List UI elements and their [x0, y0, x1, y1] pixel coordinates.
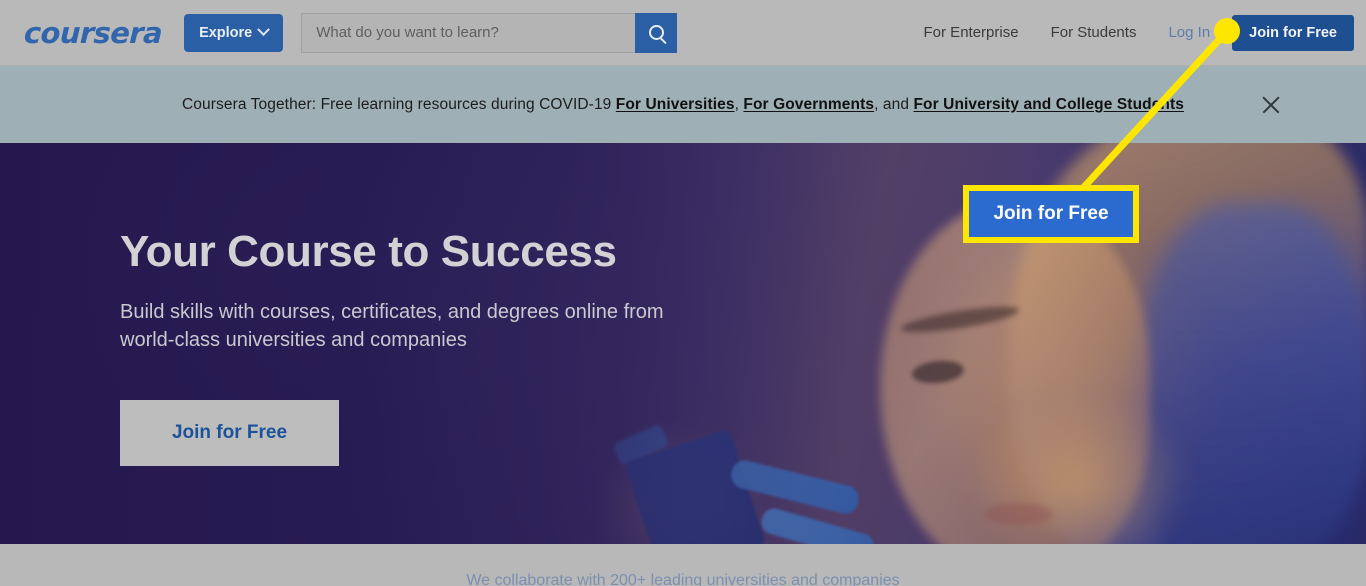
- banner-link-for-universities[interactable]: For Universities: [616, 96, 735, 113]
- coursera-logo[interactable]: coursera: [23, 16, 162, 50]
- nav-link-for-enterprise[interactable]: For Enterprise: [908, 24, 1035, 41]
- search-bar: [301, 12, 678, 53]
- close-icon[interactable]: [1258, 92, 1284, 118]
- header-join-for-free-button[interactable]: Join for Free: [1232, 14, 1354, 51]
- annotation-callout-box: Join for Free: [963, 185, 1139, 243]
- site-header: coursera Explore For Enterprise For Stud…: [0, 0, 1366, 66]
- explore-button-label: Explore: [199, 24, 253, 41]
- banner-lead-text: Coursera Together: Free learning resourc…: [182, 95, 616, 113]
- page-root: coursera Explore For Enterprise For Stud…: [0, 0, 1366, 586]
- banner-link-for-governments[interactable]: For Governments: [743, 96, 874, 113]
- covid-banner: Coursera Together: Free learning resourc…: [0, 66, 1366, 143]
- explore-button[interactable]: Explore: [184, 13, 284, 52]
- nav-link-log-in[interactable]: Log In: [1152, 24, 1232, 41]
- annotation-callout-label: Join for Free: [969, 191, 1133, 237]
- covid-banner-text: Coursera Together: Free learning resourc…: [182, 96, 1184, 114]
- hero-section: Your Course to Success Build skills with…: [0, 143, 1366, 544]
- search-submit-button[interactable]: [635, 12, 678, 53]
- banner-separator-2: , and: [874, 95, 914, 113]
- search-input[interactable]: [301, 12, 636, 53]
- chevron-down-icon: [257, 23, 271, 37]
- search-icon: [648, 25, 664, 40]
- collaborate-text: We collaborate with 200+ leading univers…: [466, 572, 900, 586]
- hero-title: Your Course to Success: [120, 227, 617, 276]
- hero-subtitle: Build skills with courses, certificates,…: [120, 300, 664, 352]
- hero-join-for-free-button[interactable]: Join for Free: [120, 400, 339, 467]
- banner-link-for-university-and-college-students[interactable]: For University and College Students: [913, 96, 1184, 113]
- hero-content: Your Course to Success Build skills with…: [120, 227, 680, 467]
- nav-link-for-students[interactable]: For Students: [1035, 24, 1153, 41]
- header-nav: For Enterprise For Students Log In Join …: [908, 14, 1366, 51]
